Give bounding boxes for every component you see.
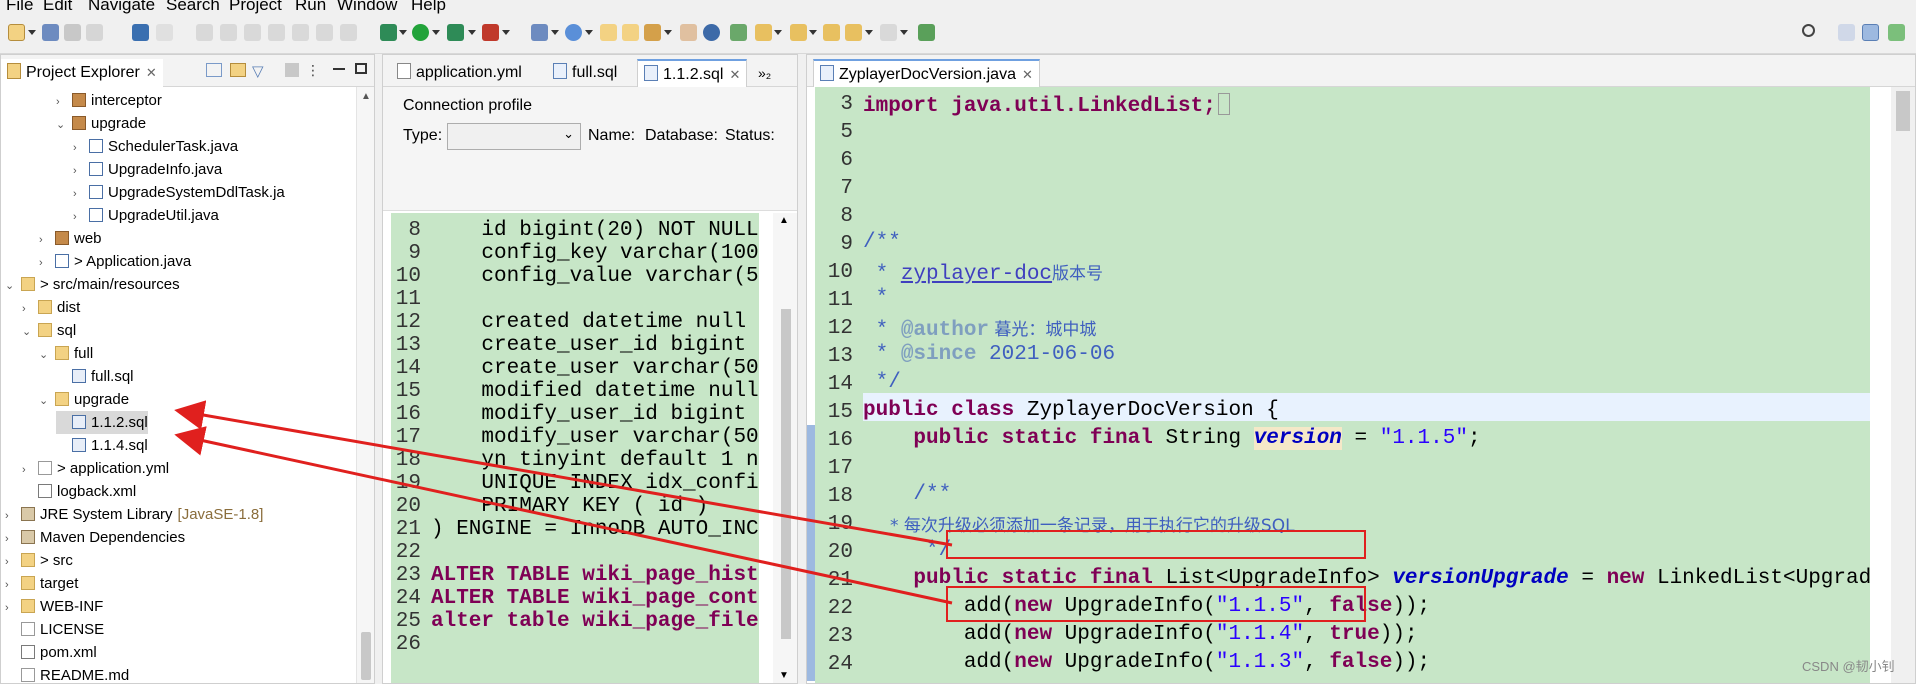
arrow-to-1-1-2-sql bbox=[174, 400, 953, 547]
arrow-to-1-1-4-sql bbox=[174, 426, 953, 605]
annotation-overlay bbox=[174, 400, 953, 605]
watermark: CSDN @韧小钊 bbox=[1802, 659, 1895, 674]
highlight-box-1-1-2 bbox=[946, 586, 1366, 622]
highlight-box-1-1-4 bbox=[946, 530, 1366, 559]
